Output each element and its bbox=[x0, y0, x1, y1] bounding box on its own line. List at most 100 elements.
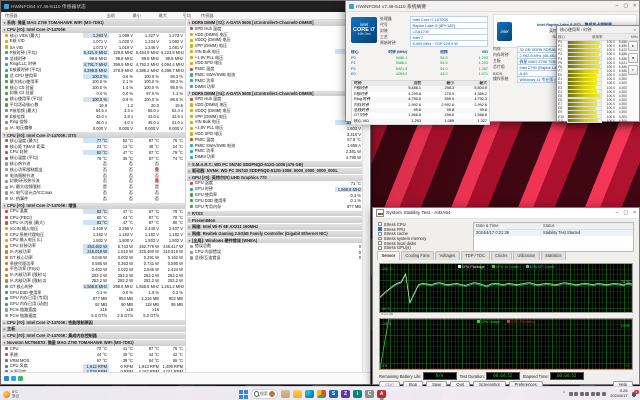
checkbox-icon[interactable] bbox=[378, 237, 382, 241]
avatar[interactable] bbox=[269, 391, 275, 397]
sensor-section-header[interactable]: 网络: Intel Wi-Fi 6E AX211 160MHz bbox=[187, 224, 363, 230]
sensor-section-header[interactable]: 驱动器: NVMe: WD PC SN740 SDDPNQD-512G-1006… bbox=[187, 168, 363, 174]
col-min[interactable]: 最小 bbox=[117, 13, 143, 19]
widgets-weather[interactable]: 8°C 多云 bbox=[3, 390, 43, 399]
sensor-section-header[interactable]: CPU [#0]: Intel Core i7-14700K: 集成内存控制器 bbox=[2, 333, 185, 339]
summary-titlebar[interactable]: HWiNFO64 v7.46-5110 系统摘要 – ▢ × bbox=[346, 1, 639, 12]
close-icon[interactable]: × bbox=[634, 27, 636, 32]
checkbox-icon[interactable] bbox=[378, 232, 382, 236]
taskbar-app-icon[interactable]: Z bbox=[340, 388, 351, 400]
core-monitor-titlebar[interactable]: 核心使用率 / 时钟 × bbox=[557, 26, 639, 34]
core-monitor-button[interactable]: ≡ bbox=[628, 65, 638, 75]
sensor-min: 253.2 W bbox=[109, 273, 135, 278]
sensor-max: 43.0 x bbox=[135, 114, 161, 119]
aida-tab[interactable]: TDP / TDC bbox=[461, 251, 490, 260]
taskbar-app-icon[interactable]: C bbox=[364, 388, 375, 400]
sensor-type-icon bbox=[190, 245, 193, 248]
taskbar-clock[interactable]: 0:26 2024/4/17 bbox=[610, 389, 627, 399]
sensor-row[interactable]: E核 VID 1.071 V 1.020 V 1.234 V 1.082 V bbox=[2, 38, 185, 44]
tray-chevron-icon[interactable]: ⌃ bbox=[562, 391, 566, 397]
sensor-type-icon bbox=[5, 69, 8, 72]
sensor-row[interactable]: IA: 电压偏移 0.000 V 0.000 V 0.000 V 0.000 V bbox=[2, 125, 185, 131]
start-button[interactable] bbox=[238, 389, 248, 399]
sensor-current: 1,568.8 MHz bbox=[83, 284, 109, 289]
sensor-section-header[interactable]: S.M.A.R.T.: WD PC SN740 SDDPNQD-512G-100… bbox=[187, 161, 363, 167]
sensor-row[interactable]: CPU 温度 82 °C 47 °C 87 °C 79 °C bbox=[2, 209, 185, 215]
aida-tab[interactable]: Utilization bbox=[513, 251, 540, 260]
sensor-section-header[interactable]: RTSS bbox=[187, 211, 363, 217]
tray-icon[interactable] bbox=[574, 392, 578, 396]
taskbar-app-icon[interactable] bbox=[316, 388, 327, 400]
tray-icon[interactable] bbox=[585, 392, 589, 396]
col-max[interactable]: 最大 bbox=[143, 13, 169, 19]
reset-toolbar-icon[interactable] bbox=[11, 376, 16, 381]
sensor-row[interactable]: DIMM 功率 4.812 W bbox=[187, 84, 363, 90]
sensor-min: 399.9 MHz bbox=[109, 62, 135, 67]
sensor-row[interactable]: DIMM 功率 4.790 W bbox=[187, 154, 363, 160]
maximize-icon[interactable]: ▢ bbox=[623, 210, 628, 216]
table-row[interactable]: 核心 VID 1.293 1.089 1.327 bbox=[352, 119, 489, 124]
col-current[interactable]: 当前 bbox=[91, 13, 117, 19]
minimize-icon[interactable]: – bbox=[616, 3, 619, 9]
taskbar-app-icon[interactable] bbox=[280, 388, 291, 400]
taskbar-app-icon[interactable]: S bbox=[328, 388, 339, 400]
clock-toolbar-icon[interactable] bbox=[4, 376, 9, 381]
aida-tab[interactable]: Cooling Fans bbox=[401, 251, 434, 260]
sensor-row[interactable]: IA: 热事件 否 否 否 bbox=[2, 196, 185, 202]
sensor-section-header[interactable]: 系统: 微星 MAG Z790 TOMAHAWK WIFI (MS-7D91) bbox=[2, 20, 185, 26]
sensor-section-header[interactable]: CPU [#0]: Intel Core i7-14700K: 性能限制原因 bbox=[2, 320, 185, 326]
sensor-avg: 78 °C bbox=[161, 215, 185, 220]
taskbar-app-icon[interactable]: i bbox=[352, 388, 363, 400]
taskbar-app-icon[interactable] bbox=[304, 388, 315, 400]
core-monitor-button[interactable]: ■ bbox=[628, 53, 638, 63]
sensor-row[interactable]: PCIe 链路速度 5.0 GT/s 2.5 GT/s 5.0 GT/s bbox=[2, 313, 185, 319]
sensor-max: 87 °C bbox=[135, 150, 161, 155]
col-avg[interactable]: 平均 bbox=[169, 13, 193, 19]
sensor-type-icon bbox=[5, 279, 8, 282]
search-input[interactable]: 搜索 bbox=[251, 389, 278, 399]
taskbar-app-icon[interactable]: A bbox=[376, 388, 387, 400]
sensor-row[interactable]: 总线/互连错误 0 bbox=[187, 255, 363, 261]
close-icon[interactable]: × bbox=[633, 3, 636, 9]
checkbox-icon[interactable] bbox=[378, 241, 382, 245]
col-sensor-2[interactable]: 传感器 bbox=[197, 13, 311, 19]
sensor-row[interactable]: 系统 44 °C 40 °C 44 °C 42 °C bbox=[2, 352, 185, 358]
sensor-current: 67 °C bbox=[83, 358, 109, 363]
checkbox-icon[interactable] bbox=[378, 246, 382, 250]
aida-tab[interactable]: Statistics bbox=[541, 251, 566, 260]
tray-icon[interactable] bbox=[580, 392, 584, 396]
sensor-section-header[interactable]: PresentMon bbox=[187, 217, 363, 223]
sensor-section-header[interactable]: 主板 bbox=[2, 326, 185, 332]
sensor-max: 87 °C bbox=[135, 138, 161, 143]
notification-bell-icon[interactable]: 4 bbox=[631, 391, 637, 397]
hwinfo-sensors-titlebar[interactable]: HWiNFO64 v7.46-5110 传感器状态 ⚙ – × bbox=[1, 1, 370, 12]
checkbox-icon[interactable] bbox=[378, 222, 382, 226]
aida-tab[interactable]: Sensor bbox=[377, 251, 400, 260]
core-row[interactable]: E11 100.0 4,300 bbox=[558, 119, 627, 123]
log-row[interactable]: 2024/4/17 0:21:36 Stability Test Started bbox=[474, 230, 633, 236]
close-icon[interactable]: × bbox=[633, 210, 636, 216]
config-toolbar-icon[interactable] bbox=[18, 376, 23, 381]
aida64-titlebar[interactable]: System Stability Test - AIDA64 – ▢ × bbox=[373, 208, 639, 219]
core-monitor-button[interactable]: ► bbox=[628, 41, 638, 51]
tray-icon[interactable] bbox=[569, 392, 573, 396]
maximize-icon[interactable]: ▢ bbox=[623, 3, 628, 9]
stress-checkbox[interactable]: Stress GPU(s) bbox=[378, 245, 470, 250]
sensor-type-icon bbox=[190, 182, 193, 185]
tray-icon[interactable] bbox=[596, 392, 600, 396]
minimize-icon[interactable]: – bbox=[616, 210, 619, 216]
tray-icon[interactable] bbox=[602, 392, 606, 396]
taskbar-app-icon[interactable] bbox=[292, 388, 303, 400]
aida-tab[interactable]: Voltages bbox=[435, 251, 460, 260]
sensor-section-header[interactable]: 网络: Realtek Gaming 2.5GbE Family Control… bbox=[187, 231, 363, 237]
sensor-min: 298.8 MHz bbox=[109, 284, 135, 289]
test-log-list[interactable]: Date & Time Status 2024/4/17 0:21:36 Sta… bbox=[473, 222, 634, 252]
checkbox-icon[interactable] bbox=[378, 227, 382, 231]
summary-title: HWiNFO64 v7.46-5110 系统摘要 bbox=[356, 3, 426, 10]
sensor-min: 1.020 V bbox=[109, 39, 135, 44]
sensor-row[interactable]: GPU 专用内存 877 MB bbox=[187, 204, 363, 210]
col-sensor[interactable]: 传感器 bbox=[1, 13, 91, 19]
tray-icon[interactable] bbox=[591, 392, 595, 396]
sensor-type-icon bbox=[190, 256, 193, 259]
aida-tab[interactable]: Clocks bbox=[491, 251, 512, 260]
